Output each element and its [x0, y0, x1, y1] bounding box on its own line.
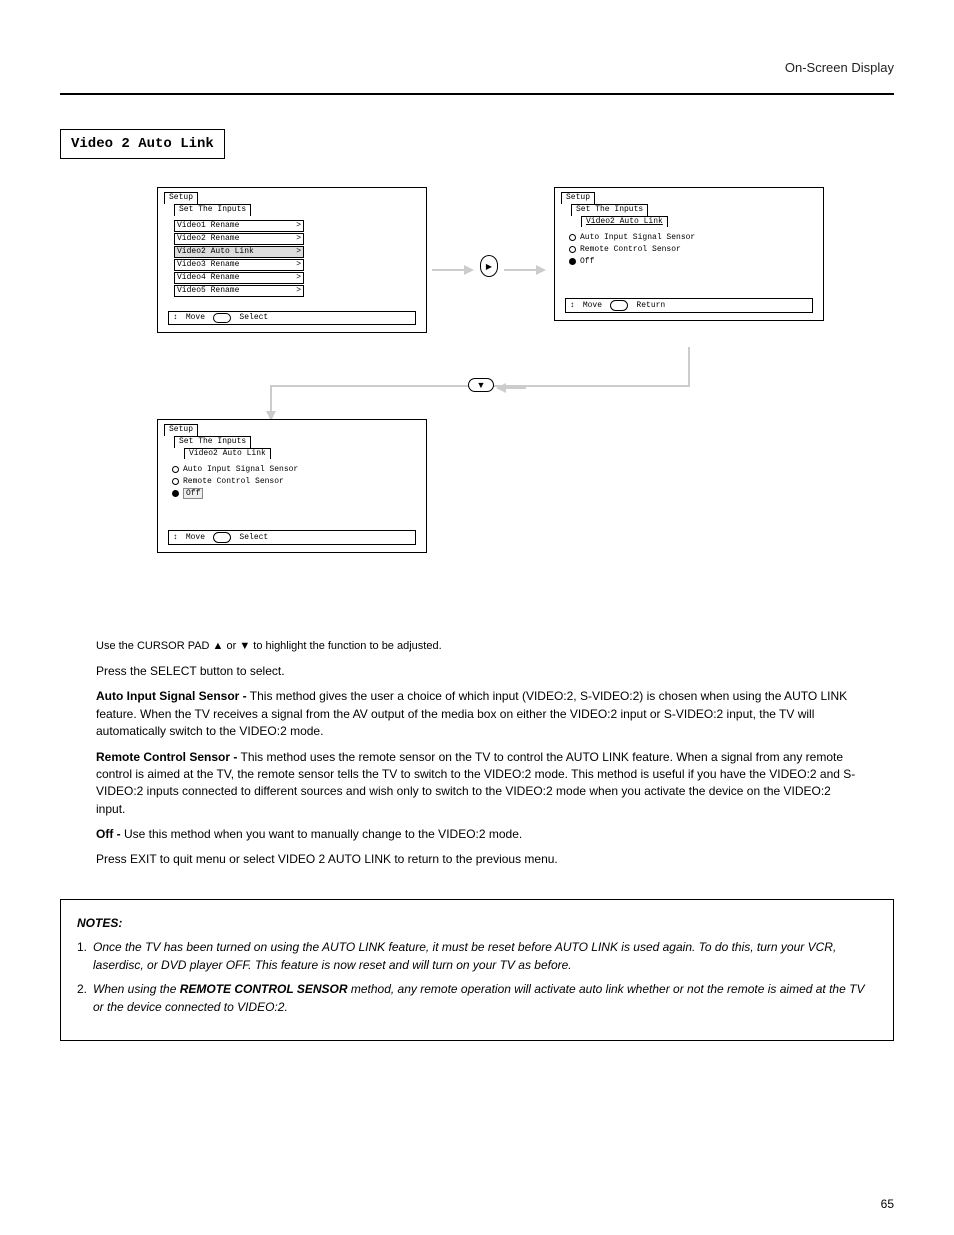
osd2-hint-bar: ↕ Move Return [565, 298, 813, 312]
desc-head: Auto Input Signal Sensor - [96, 689, 247, 703]
chevron-right-icon: > [296, 234, 301, 244]
osd2-opt-remote-sensor[interactable]: Remote Control Sensor [569, 245, 819, 254]
osd2-radio-list: Auto Input Signal Sensor Remote Control … [569, 233, 819, 266]
radio-icon [172, 466, 179, 473]
instruction-text: Use the CURSOR PAD ▲ or ▼ to highlight t… [60, 637, 894, 869]
menu-label: Video5 Rename [177, 286, 239, 295]
osd1-item-video4-rename[interactable]: Video4 Rename > [174, 272, 304, 284]
radio-filled-icon [569, 258, 576, 265]
radio-label: Remote Control Sensor [183, 477, 284, 486]
note-2-pre: When using the [93, 982, 180, 996]
menu-label: Video3 Rename [177, 260, 239, 269]
hint-select: Select [239, 533, 268, 542]
triangle-down-icon: ▼ [477, 380, 486, 390]
hint-arrows-icon: ↕ [173, 313, 178, 322]
menu-label: Video2 Auto Link [177, 247, 254, 256]
arrow-right-1 [432, 265, 474, 275]
hint-return-pill [610, 300, 628, 310]
osd3-opt-remote-sensor[interactable]: Remote Control Sensor [172, 477, 422, 486]
osd-panel-3: Setup Set The Inputs Video2 Auto Link Au… [157, 419, 427, 553]
osd1-hint-bar: ↕ Move Select [168, 311, 416, 325]
hint-select: Select [239, 313, 268, 322]
osd1-item-video2-autolink[interactable]: Video2 Auto Link > [174, 246, 304, 258]
arrow-right-2 [504, 265, 546, 275]
osd-panel-1: Setup Set The Inputs Video1 Rename > Vide… [157, 187, 427, 333]
osd1-menu-list: Video1 Rename > Video2 Rename > Video2 Aut… [174, 220, 422, 297]
step-text: Use the CURSOR PAD ▲ or ▼ to highlight t… [96, 640, 442, 652]
radio-label: Auto Input Signal Sensor [183, 465, 298, 474]
osd2-opt-auto-input[interactable]: Auto Input Signal Sensor [569, 233, 819, 242]
radio-label: Remote Control Sensor [580, 245, 681, 254]
desc-head: Off - [96, 827, 121, 841]
remote-down-button-icon: ▼ [468, 378, 494, 392]
hint-arrows-icon: ↕ [173, 533, 178, 542]
radio-label: Off [580, 257, 594, 266]
desc-head: Remote Control Sensor - [96, 750, 237, 764]
radio-icon [569, 234, 576, 241]
menu-label: Video4 Rename [177, 273, 239, 282]
section-title: Video 2 Auto Link [60, 129, 225, 159]
hint-move: Move [186, 313, 205, 322]
tab-setup: Setup [164, 192, 198, 204]
chevron-right-icon: > [296, 247, 301, 257]
tab-setup: Setup [561, 192, 595, 204]
desc-off: Off - Use this method when you want to m… [96, 826, 858, 843]
radio-label: Auto Input Signal Sensor [580, 233, 695, 242]
step-3: Press EXIT to quit menu or select VIDEO … [96, 851, 858, 868]
tab-setup: Setup [164, 424, 198, 436]
osd3-opt-auto-input[interactable]: Auto Input Signal Sensor [172, 465, 422, 474]
header-rule [60, 93, 894, 95]
tab-video2-autolink: Video2 Auto Link [581, 216, 668, 228]
remote-right-button-icon: ▶ [480, 255, 498, 277]
osd3-radio-list: Auto Input Signal Sensor Remote Control … [172, 465, 422, 498]
osd2-opt-off[interactable]: Off [569, 257, 819, 266]
desc-auto-input: Auto Input Signal Sensor - This method g… [96, 688, 858, 740]
desc-body: Use this method when you want to manuall… [124, 827, 522, 841]
diagram: Setup Set The Inputs Video1 Rename > Vide… [60, 187, 894, 607]
desc-remote-sensor: Remote Control Sensor - This method uses… [96, 749, 858, 819]
step-2: Press the SELECT button to select. [96, 663, 858, 680]
chevron-right-icon: > [296, 221, 301, 231]
tab-video2-autolink: Video2 Auto Link [184, 448, 271, 460]
note-2: When using the REMOTE CONTROL SENSOR met… [77, 980, 877, 1016]
tab-set-inputs: Set The Inputs [571, 204, 648, 216]
hint-arrows-icon: ↕ [570, 301, 575, 310]
page-number: 65 [881, 1197, 894, 1211]
hint-move: Move [186, 533, 205, 542]
hint-select-pill [213, 532, 231, 542]
radio-icon [172, 478, 179, 485]
radio-filled-icon [172, 490, 179, 497]
osd1-item-video2-rename[interactable]: Video2 Rename > [174, 233, 304, 245]
notes-heading: NOTES: [77, 914, 877, 932]
osd3-opt-off[interactable]: Off [172, 489, 422, 498]
osd1-item-video5-rename[interactable]: Video5 Rename > [174, 285, 304, 297]
osd1-item-video3-rename[interactable]: Video3 Rename > [174, 259, 304, 271]
chevron-right-icon: > [296, 273, 301, 283]
chevron-right-icon: > [296, 260, 301, 270]
osd3-hint-bar: ↕ Move Select [168, 530, 416, 544]
radio-icon [569, 246, 576, 253]
menu-label: Video1 Rename [177, 221, 239, 230]
osd-panel-2: Setup Set The Inputs Video2 Auto Link Au… [554, 187, 824, 321]
arrow-left-into-button [496, 383, 526, 393]
osd1-item-video1-rename[interactable]: Video1 Rename > [174, 220, 304, 232]
triangle-right-icon: ▶ [486, 262, 492, 271]
hint-select-pill [213, 313, 231, 323]
step-1: Use the CURSOR PAD ▲ or ▼ to highlight t… [96, 637, 858, 655]
note-1: Once the TV has been turned on using the… [77, 938, 877, 974]
radio-label: Off [183, 488, 203, 499]
hint-move: Move [583, 301, 602, 310]
chevron-right-icon: > [296, 286, 301, 296]
notes-box: NOTES: Once the TV has been turned on us… [60, 899, 894, 1041]
tab-set-inputs: Set The Inputs [174, 204, 251, 216]
hint-return: Return [636, 301, 665, 310]
note-2-term: REMOTE CONTROL SENSOR [180, 982, 348, 996]
tab-set-inputs: Set The Inputs [174, 436, 251, 448]
breadcrumb: On-Screen Display [60, 60, 894, 75]
menu-label: Video2 Rename [177, 234, 239, 243]
